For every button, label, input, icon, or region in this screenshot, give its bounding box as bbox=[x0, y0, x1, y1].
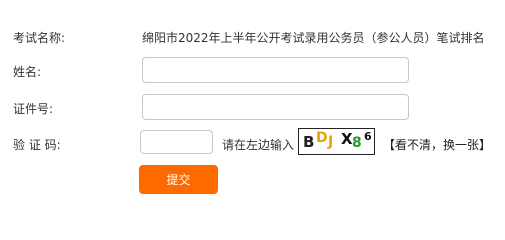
exam-name-label: 考试名称: bbox=[13, 31, 66, 45]
captcha-char: X bbox=[341, 130, 353, 148]
captcha-label: 验 证 码: bbox=[13, 138, 61, 152]
name-input[interactable] bbox=[142, 57, 409, 83]
captcha-hint: 请在左边输入 bbox=[222, 138, 295, 152]
refresh-captcha-link[interactable]: 【看不清，换一张】 bbox=[383, 136, 491, 153]
captcha-char: J bbox=[328, 134, 334, 150]
submit-button[interactable]: 提交 bbox=[139, 165, 218, 194]
captcha-char: D bbox=[316, 130, 328, 146]
captcha-image[interactable]: B D J X 8 6 bbox=[298, 128, 375, 155]
captcha-char: 8 bbox=[352, 135, 362, 151]
captcha-char: 6 bbox=[364, 130, 372, 143]
name-label: 姓名: bbox=[13, 65, 42, 79]
captcha-char: B bbox=[303, 133, 315, 151]
exam-name-value: 绵阳市2022年上半年公开考试录用公务员（参公人员）笔试排名 bbox=[142, 31, 485, 45]
captcha-input[interactable] bbox=[140, 130, 213, 154]
id-number-label: 证件号: bbox=[13, 102, 54, 116]
id-number-input[interactable] bbox=[142, 94, 409, 120]
